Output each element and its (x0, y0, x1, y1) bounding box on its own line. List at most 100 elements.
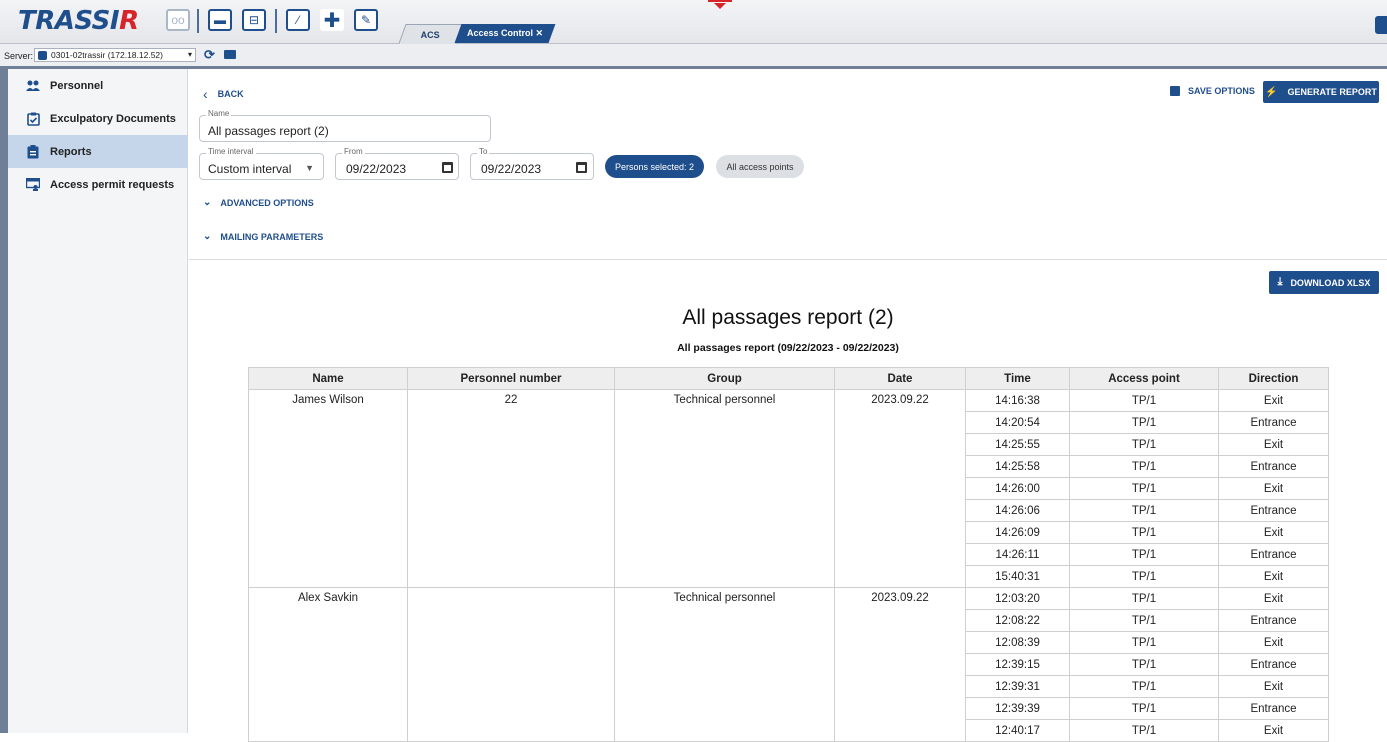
cell-time: 14:20:54 (965, 411, 1070, 434)
sidebar-item-exculpatory-documents[interactable]: Exculpatory Documents (8, 102, 188, 135)
save-options-label: SAVE OPTIONS (1188, 86, 1255, 96)
cell-direction: Exit (1218, 477, 1329, 500)
column-header-access-point[interactable]: Access point (1069, 367, 1219, 390)
toolbar-separator (275, 9, 277, 33)
chat-icon[interactable]: ▬ (208, 9, 232, 31)
download-xlsx-button[interactable]: ⤓ DOWNLOAD XLSX (1269, 271, 1379, 294)
cell-time: 14:26:11 (965, 543, 1070, 566)
cell-direction: Entrance (1218, 455, 1329, 478)
from-date-field[interactable]: From 09/22/2023 (335, 147, 459, 180)
access-points-chip[interactable]: All access points (716, 155, 804, 178)
report-table: Name Personnel number Group Date Time Ac… (248, 367, 1329, 742)
cell-access-point: TP/1 (1069, 477, 1219, 500)
persons-selected-chip[interactable]: Persons selected: 2 (605, 155, 704, 178)
layout-icon[interactable]: ⊟ (242, 9, 266, 31)
cell-access-point: TP/1 (1069, 697, 1219, 720)
save-icon (1170, 86, 1180, 96)
calendar-icon[interactable] (442, 162, 453, 173)
report-title: All passages report (2) (682, 306, 894, 329)
advanced-options-toggle[interactable]: ⌄ ADVANCED OPTIONS (203, 197, 314, 208)
cell-direction: Exit (1218, 565, 1329, 588)
cell-access-point: TP/1 (1069, 587, 1219, 610)
cell-direction: Entrance (1218, 697, 1329, 720)
lightning-icon: ⚡ (1265, 86, 1278, 98)
name-field-value: All passages report (2) (208, 124, 329, 138)
cell-access-point: TP/1 (1069, 543, 1219, 566)
cell-time: 14:16:38 (965, 389, 1070, 412)
save-options-button[interactable]: SAVE OPTIONS (1170, 86, 1255, 96)
sidebar-item-label: Exculpatory Documents (50, 112, 176, 125)
chevron-down-icon: ▼ (305, 163, 314, 173)
cell-time: 14:26:09 (965, 521, 1070, 544)
cell-time: 14:25:55 (965, 433, 1070, 456)
chevron-down-icon: ▾ (187, 50, 192, 59)
name-field[interactable]: Name All passages report (2) (199, 109, 491, 142)
to-date-field[interactable]: To 09/22/2023 (470, 147, 594, 180)
time-interval-select[interactable]: Time interval Custom interval ▼ (199, 147, 324, 180)
cell-access-point: TP/1 (1069, 719, 1219, 742)
server-bar: Server: 0301-02trassir (172.18.12.52) ▾ … (0, 44, 1387, 69)
from-label: From (342, 147, 365, 156)
cell-access-point: TP/1 (1069, 631, 1219, 654)
column-header-date[interactable]: Date (834, 367, 966, 390)
sidebar-item-label: Access permit requests (50, 178, 175, 191)
cell-personnel-number (407, 587, 615, 742)
cell-time: 14:25:58 (965, 455, 1070, 478)
cell-group: Technical personnel (614, 587, 835, 742)
cell-time: 14:26:06 (965, 499, 1070, 522)
mailing-parameters-toggle[interactable]: ⌄ MAILING PARAMETERS (203, 231, 323, 242)
column-header-time[interactable]: Time (965, 367, 1070, 390)
back-label: BACK (217, 89, 244, 99)
cell-direction: Entrance (1218, 499, 1329, 522)
table-row: James Wilson 22 Technical personnel 2023.09… (248, 389, 1329, 588)
magic-wand-icon[interactable]: ⁄ (286, 9, 310, 31)
sidebar-item-access-permit-requests[interactable]: Access permit requests (8, 168, 188, 201)
voicemail-icon[interactable]: ᴏᴏ (166, 9, 190, 31)
cell-direction: Exit (1218, 587, 1329, 610)
chevron-down-icon: ⌄ (203, 197, 212, 208)
sidebar: Personnel Exculpatory Documents Reports … (0, 69, 188, 733)
server-label: Server: (4, 51, 34, 61)
cell-direction: Exit (1218, 433, 1329, 456)
refresh-icon[interactable]: ⟳ (204, 47, 215, 63)
sidebar-item-reports[interactable]: Reports (8, 135, 188, 168)
plugin-icon[interactable]: ✚ (320, 9, 344, 32)
cell-direction: Exit (1218, 389, 1329, 412)
column-header-name[interactable]: Name (248, 367, 408, 390)
window-menu-button[interactable] (1375, 16, 1387, 34)
cell-personnel-number: 22 (407, 389, 615, 588)
folder-icon[interactable] (224, 50, 236, 59)
cell-direction: Exit (1218, 719, 1329, 742)
chevron-down-icon: ⌄ (203, 231, 212, 242)
cell-name: James Wilson (248, 389, 408, 588)
cell-group: Technical personnel (614, 389, 835, 588)
generate-report-button[interactable]: ⚡ GENERATE REPORT (1263, 81, 1379, 103)
sidebar-item-label: Reports (50, 145, 92, 158)
report-table-body: James Wilson 22 Technical personnel 2023.09… (248, 389, 1329, 742)
sidebar-item-personnel[interactable]: Personnel (8, 69, 188, 102)
server-select[interactable]: 0301-02trassir (172.18.12.52) ▾ (34, 48, 196, 62)
cell-direction: Exit (1218, 521, 1329, 544)
table-row: Alex Savkin Technical personnel 2023.09.22… (248, 587, 1329, 742)
people-icon (26, 79, 40, 93)
time-interval-label: Time interval (206, 147, 256, 156)
to-label: To (477, 147, 490, 156)
cell-access-point: TP/1 (1069, 565, 1219, 588)
calendar-icon[interactable] (576, 162, 587, 173)
tab-acs[interactable]: ACS (398, 24, 464, 44)
edit-icon[interactable]: ✎ (354, 9, 378, 31)
cell-access-point: TP/1 (1069, 609, 1219, 632)
column-header-personnel-number[interactable]: Personnel number (407, 367, 615, 390)
tab-access-control[interactable]: Access Control ✕ (454, 24, 556, 43)
cell-time: 14:26:00 (965, 477, 1070, 500)
cell-access-point: TP/1 (1069, 433, 1219, 456)
chevron-left-icon: ‹ (203, 86, 208, 102)
cell-access-point: TP/1 (1069, 389, 1219, 412)
download-icon: ⤓ (1277, 276, 1283, 288)
from-value: 09/22/2023 (346, 162, 407, 176)
server-select-value: 0301-02trassir (172.18.12.52) (51, 50, 163, 60)
column-header-direction[interactable]: Direction (1218, 367, 1329, 390)
cell-access-point: TP/1 (1069, 411, 1219, 434)
column-header-group[interactable]: Group (614, 367, 835, 390)
back-button[interactable]: ‹ BACK (203, 86, 244, 102)
